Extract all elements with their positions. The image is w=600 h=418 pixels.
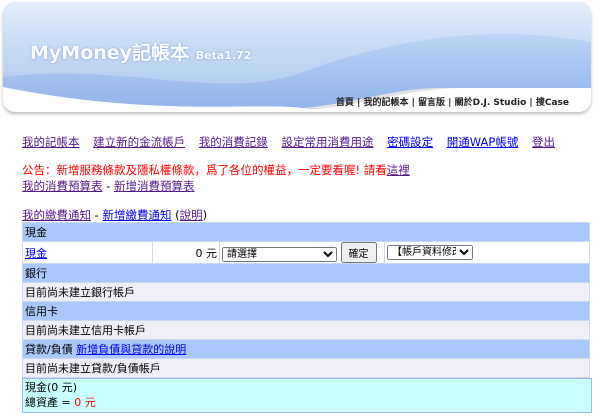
loan-help-link[interactable]: 新增負債與貸款的說明: [76, 343, 186, 356]
total-value: 0 元: [74, 396, 96, 409]
loan-header: 貸款/負債 新增負債與貸款的說明: [22, 339, 590, 359]
total-assets: 總資產 = 0 元: [25, 396, 96, 409]
top-link-case[interactable]: 搜Case: [536, 98, 569, 108]
add-budget-link[interactable]: 新增消費預算表: [114, 179, 195, 193]
summary-box: 現金(0 元) 總資產 = 0 元: [22, 378, 592, 413]
top-link-my-book[interactable]: 我的記帳本: [363, 98, 408, 108]
bank-empty: 目前尚未建立銀行帳戶: [22, 282, 590, 302]
announcement-text: 公告：新增服務條款及隱私權條款，爲了各位的權益，一定要看喔! 請看: [22, 163, 387, 177]
account-edit-select[interactable]: 【帳戶資料修改】: [387, 245, 473, 260]
budget-links: 我的消費預算表 - 新增消費預算表: [22, 178, 194, 194]
credit-empty: 目前尚未建立信用卡帳戶: [22, 320, 590, 340]
header-banner: MyMoney記帳本 Beta1.72 首頁 | 我的記帳本 | 留言版 | 關…: [3, 2, 591, 112]
cash-header: 現金: [22, 222, 590, 242]
my-bill-link[interactable]: 我的繳費通知: [22, 208, 91, 222]
credit-header: 信用卡: [22, 301, 590, 321]
announcement: 公告：新增服務條款及隱私權條款，爲了各位的權益，一定要看喔! 請看這裡: [22, 162, 410, 178]
separator: -: [102, 179, 114, 193]
bill-links: 我的繳費通知 - 新增繳費通知 (說明): [22, 207, 207, 223]
announcement-link[interactable]: 這裡: [387, 163, 410, 177]
loan-empty: 目前尚未建立貸款/負債帳戶: [22, 358, 590, 378]
bank-header: 銀行: [22, 263, 590, 283]
top-link-guestbook[interactable]: 留言版: [418, 98, 445, 108]
accounts-table: 現金 現金 0 元 請選擇 確定 【帳戶資料修改】 銀行 目前尚未建立銀行帳戶 …: [22, 222, 590, 378]
paren: ): [202, 208, 208, 222]
nav-wap[interactable]: 開通WAP帳號: [447, 135, 519, 149]
main-nav: 我的記帳本 建立新的金流帳戶 我的消費記錄 設定常用消費用途 密碼設定 開通WA…: [22, 134, 565, 150]
top-link-home[interactable]: 首頁: [336, 98, 354, 108]
nav-my-book[interactable]: 我的記帳本: [22, 135, 80, 149]
add-bill-link[interactable]: 新增繳費通知: [102, 208, 171, 222]
cash-amount: 0 元: [152, 241, 220, 264]
nav-password[interactable]: 密碼設定: [387, 135, 433, 149]
top-nav: 首頁 | 我的記帳本 | 留言版 | 關於D.J. Studio | 搜Case: [335, 98, 569, 108]
nav-usage-settings[interactable]: 設定常用消費用途: [281, 135, 373, 149]
my-budget-link[interactable]: 我的消費預算表: [22, 179, 103, 193]
action-select[interactable]: 請選擇: [222, 247, 337, 262]
confirm-button[interactable]: 確定: [340, 242, 377, 263]
nav-records[interactable]: 我的消費記錄: [199, 135, 268, 149]
bill-help-link[interactable]: 說明: [180, 208, 203, 222]
nav-logout[interactable]: 登出: [532, 135, 555, 149]
cash-account-link[interactable]: 現金: [25, 247, 47, 260]
separator: -: [91, 208, 103, 222]
top-link-about[interactable]: 關於D.J. Studio: [455, 98, 527, 108]
cash-summary: 現金(0 元): [25, 381, 78, 394]
paren: (: [171, 208, 180, 222]
nav-new-account[interactable]: 建立新的金流帳戶: [93, 135, 185, 149]
app-title: MyMoney記帳本 Beta1.72: [30, 42, 252, 64]
